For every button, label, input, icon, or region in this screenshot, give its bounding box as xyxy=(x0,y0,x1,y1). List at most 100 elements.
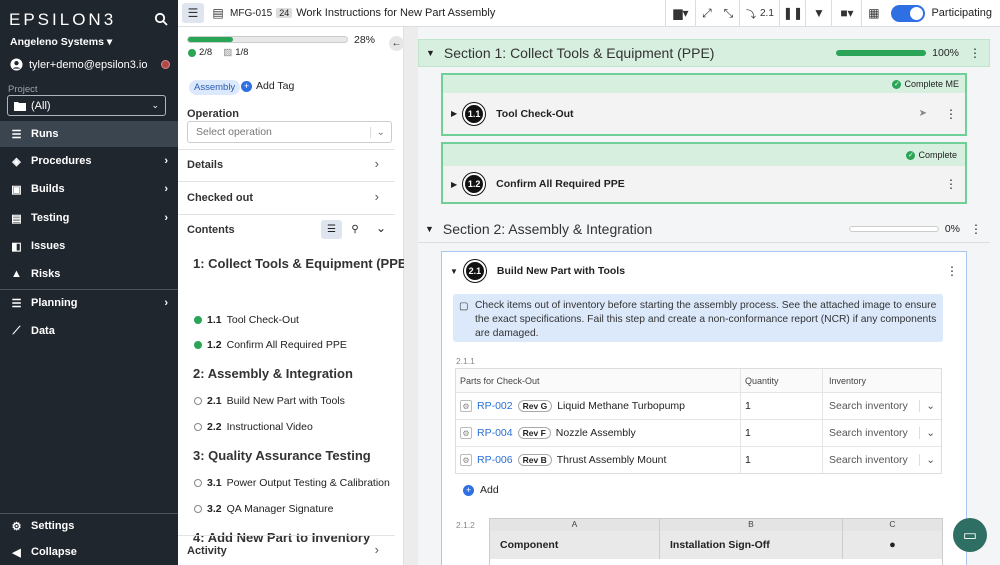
hierarchy-icon: ⚲ xyxy=(351,224,359,235)
toc-step[interactable]: 1.2 Confirm All Required PPE xyxy=(194,339,347,351)
grid-view-button[interactable]: ▦ xyxy=(861,0,885,27)
inventory-placeholder: Search inventory xyxy=(829,454,908,466)
step-1-1-card: ✓ Complete ME ▶ 1.1 Tool Check-Out ➤ ⋮ xyxy=(441,73,967,136)
step-status: Complete xyxy=(918,150,957,160)
step-title: Confirm All Required PPE xyxy=(496,178,625,190)
section-1-header[interactable]: ▼ Section 1: Collect Tools & Equipment (… xyxy=(418,39,990,67)
print-menu-button[interactable]: ▆▾ xyxy=(665,0,695,27)
caret-down-icon: ▾ xyxy=(106,36,113,48)
kebab-icon[interactable]: ⋮ xyxy=(946,264,958,278)
list-icon: ☰ xyxy=(187,6,199,20)
project-select[interactable]: (All) ⌄ xyxy=(7,95,166,116)
toc-section[interactable]: 1: Collect Tools & Equipment (PPE xyxy=(193,256,407,271)
step-jump-value: 2.1 xyxy=(760,7,774,19)
toc-step[interactable]: 1.1 Tool Check-Out xyxy=(194,314,299,326)
step-num: 3.1 xyxy=(207,477,222,489)
details-row[interactable]: Details › xyxy=(178,150,395,180)
operation-placeholder: Select operation xyxy=(196,126,272,138)
toggle-sidebar-button[interactable]: ☰ xyxy=(182,3,204,23)
step-label: Power Output Testing & Calibration xyxy=(226,477,390,489)
sidebar-item-planning[interactable]: ☰ Planning › xyxy=(0,290,178,316)
toc-step[interactable]: 3.1 Power Output Testing & Calibration xyxy=(194,477,390,489)
part-cell: ⚙ RP-006 Rev B Thrust Assembly Mount xyxy=(456,447,741,473)
part-id-link[interactable]: RP-006 xyxy=(477,454,513,466)
checked-out-row[interactable]: Checked out › xyxy=(178,182,395,212)
sidebar-item-testing[interactable]: ▤ Testing › xyxy=(0,205,178,231)
search-icon[interactable] xyxy=(154,12,168,26)
org-name: Angeleno Systems xyxy=(10,36,104,48)
stop-menu-button[interactable]: ■▾ xyxy=(831,0,861,27)
filter-button[interactable]: ▼ xyxy=(805,0,831,27)
settings-button[interactable]: ⚙ Settings xyxy=(0,513,178,539)
sidebar-item-label: Testing xyxy=(31,212,70,224)
run-header: ☰ ▤ MFG-015 24 Work Instructions for New… xyxy=(178,0,1000,27)
part-name: Nozzle Assembly xyxy=(555,427,636,439)
panel-resizer[interactable] xyxy=(404,27,418,565)
inventory-select[interactable]: Search inventory ⌄ xyxy=(823,447,941,473)
step-status-dot xyxy=(194,423,202,431)
collapse-all-button[interactable]: ⤡ xyxy=(717,0,739,27)
jump-icon: ⤵ xyxy=(746,9,756,21)
collapse-panel-button[interactable]: ← xyxy=(389,36,404,51)
caret-down-icon[interactable]: ▼ xyxy=(450,267,458,276)
chat-button[interactable]: ▭ xyxy=(953,518,987,552)
col-header: Parts for Check-Out xyxy=(456,369,741,392)
sidebar-item-builds[interactable]: ▣ Builds › xyxy=(0,176,178,202)
participating-toggle[interactable]: Participating xyxy=(885,0,1000,27)
col-letter: A xyxy=(490,519,660,531)
step-number-badge: 1.1 xyxy=(463,102,486,125)
chevron-right-icon: › xyxy=(164,183,168,195)
activity-row[interactable]: Activity › xyxy=(178,536,395,565)
add-part-button[interactable]: + Add xyxy=(463,484,499,496)
pause-button[interactable]: ❚❚ xyxy=(779,0,805,27)
step-num: 3.2 xyxy=(207,503,222,515)
chevron-right-icon: › xyxy=(164,212,168,224)
toc-step[interactable]: 2.2 Instructional Video xyxy=(194,421,313,433)
collapse-button[interactable]: ◀ Collapse xyxy=(0,539,178,565)
jump-to-step-button[interactable]: ⤵ 2.1 xyxy=(739,0,779,27)
part-id-link[interactable]: RP-002 xyxy=(477,400,513,412)
sidebar-item-runs[interactable]: ☰ Runs xyxy=(0,121,178,147)
plus-icon: + xyxy=(241,80,252,92)
add-tag-button[interactable]: + Add Tag xyxy=(241,80,294,92)
toc-section[interactable]: 2: Assembly & Integration xyxy=(193,366,353,381)
step-2-1-card: ▼ 2.1 Build New Part with Tools ⋮ ▢ Chec… xyxy=(441,251,967,565)
expand-icon: ⤢ xyxy=(702,5,712,20)
step-num: 2.1 xyxy=(207,395,222,407)
revision-badge: Rev G xyxy=(517,400,553,412)
toc-step[interactable]: 2.1 Build New Part with Tools xyxy=(194,395,345,407)
list-view-button[interactable]: ☰ xyxy=(321,220,342,239)
chevron-down-icon[interactable]: ⌄ xyxy=(376,221,386,235)
kebab-icon[interactable]: ⋮ xyxy=(945,177,957,191)
block-id: 2.1.2 xyxy=(456,520,475,530)
expand-all-button[interactable]: ⤢ xyxy=(695,0,717,27)
kebab-icon[interactable]: ⋮ xyxy=(945,107,957,121)
step-status: Complete ME xyxy=(904,79,959,89)
sidebar-item-data[interactable]: ⟋ Data xyxy=(0,318,178,344)
planning-icon: ☰ xyxy=(11,297,22,310)
section-2-header[interactable]: ▼ Section 2: Assembly & Integration 0% ⋮ xyxy=(418,215,990,243)
toc-step[interactable]: 3.2 QA Manager Signature xyxy=(194,503,333,515)
operation-select[interactable]: Select operation ⌄ xyxy=(187,121,392,143)
org-switcher[interactable]: Angeleno Systems ▾ xyxy=(10,36,112,48)
part-id-link[interactable]: RP-004 xyxy=(477,427,513,439)
sidebar-item-procedures[interactable]: ◈ Procedures › xyxy=(0,148,178,174)
col-letter: C xyxy=(889,519,896,529)
tag-assembly[interactable]: Assembly xyxy=(189,80,241,95)
inventory-select[interactable]: Search inventory ⌄ xyxy=(823,393,941,419)
caret-right-icon[interactable]: ▶ xyxy=(451,109,457,118)
toggle-switch[interactable] xyxy=(891,4,926,22)
sidebar-item-issues[interactable]: ◧ Issues xyxy=(0,233,178,259)
user-menu[interactable]: tyler+demo@epsilon3.io xyxy=(10,58,170,71)
caret-right-icon[interactable]: ▶ xyxy=(451,180,457,189)
tree-view-button[interactable]: ⚲ xyxy=(346,220,364,239)
run-progress-fill xyxy=(188,37,233,42)
kebab-icon[interactable]: ⋮ xyxy=(969,46,981,60)
kebab-icon[interactable]: ⋮ xyxy=(970,222,982,236)
signoff-table: A B C Component Installation Sign-Off ● xyxy=(489,518,943,565)
inventory-select[interactable]: Search inventory ⌄ xyxy=(823,420,941,446)
sidebar-item-risks[interactable]: ▲ Risks xyxy=(0,261,178,287)
toc-section[interactable]: 3: Quality Assurance Testing xyxy=(193,448,371,463)
send-icon[interactable]: ➤ xyxy=(919,108,927,119)
run-id: MFG-015 xyxy=(230,7,273,19)
